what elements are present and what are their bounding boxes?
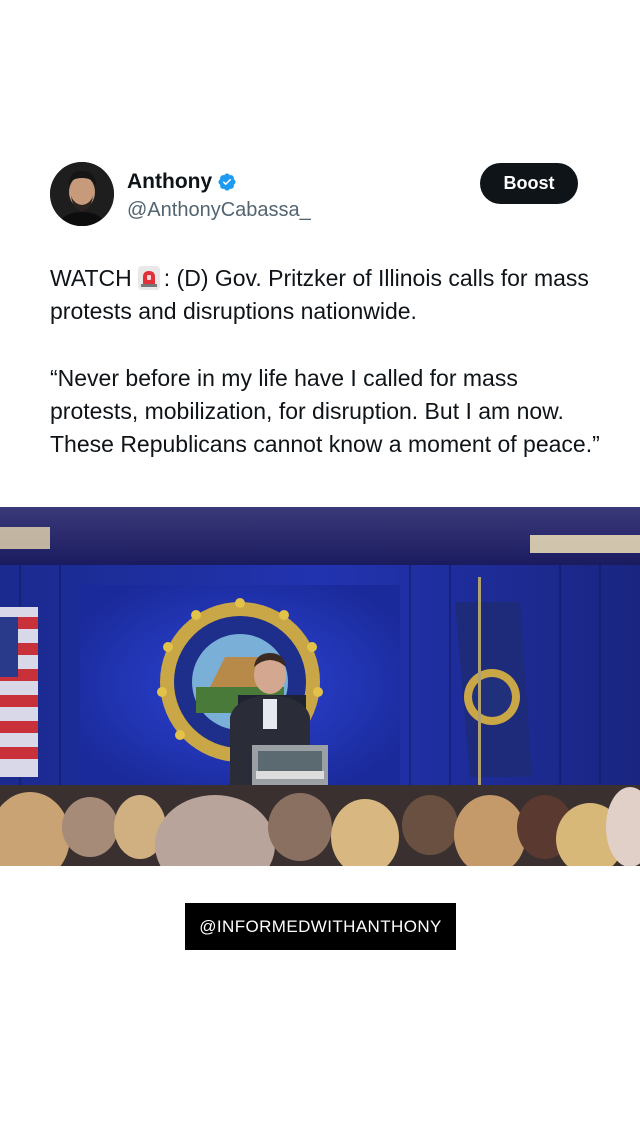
display-name-row: Anthony: [127, 170, 237, 194]
post-quote: “Never before in my life have I called f…: [50, 365, 600, 457]
post-header: Anthony @AnthonyCabassa_ Boost: [50, 162, 580, 228]
verified-badge-icon: [218, 173, 236, 191]
watch-label: WATCH: [50, 265, 132, 291]
watermark: @INFORMEDWITHANTHONY: [185, 903, 456, 950]
boost-button[interactable]: Boost: [480, 163, 578, 204]
police-light-icon: [137, 266, 160, 290]
post-headline: WATCH: (D) Gov. Pritzker of Illinois cal…: [50, 262, 610, 328]
video-player[interactable]: [0, 507, 640, 866]
handle[interactable]: @AnthonyCabassa_: [127, 198, 311, 222]
display-name[interactable]: Anthony: [127, 170, 212, 194]
avatar[interactable]: [50, 162, 114, 226]
avatar-image: [50, 162, 114, 226]
video-frame: [0, 507, 640, 866]
post-text: WATCH: (D) Gov. Pritzker of Illinois cal…: [50, 262, 610, 461]
